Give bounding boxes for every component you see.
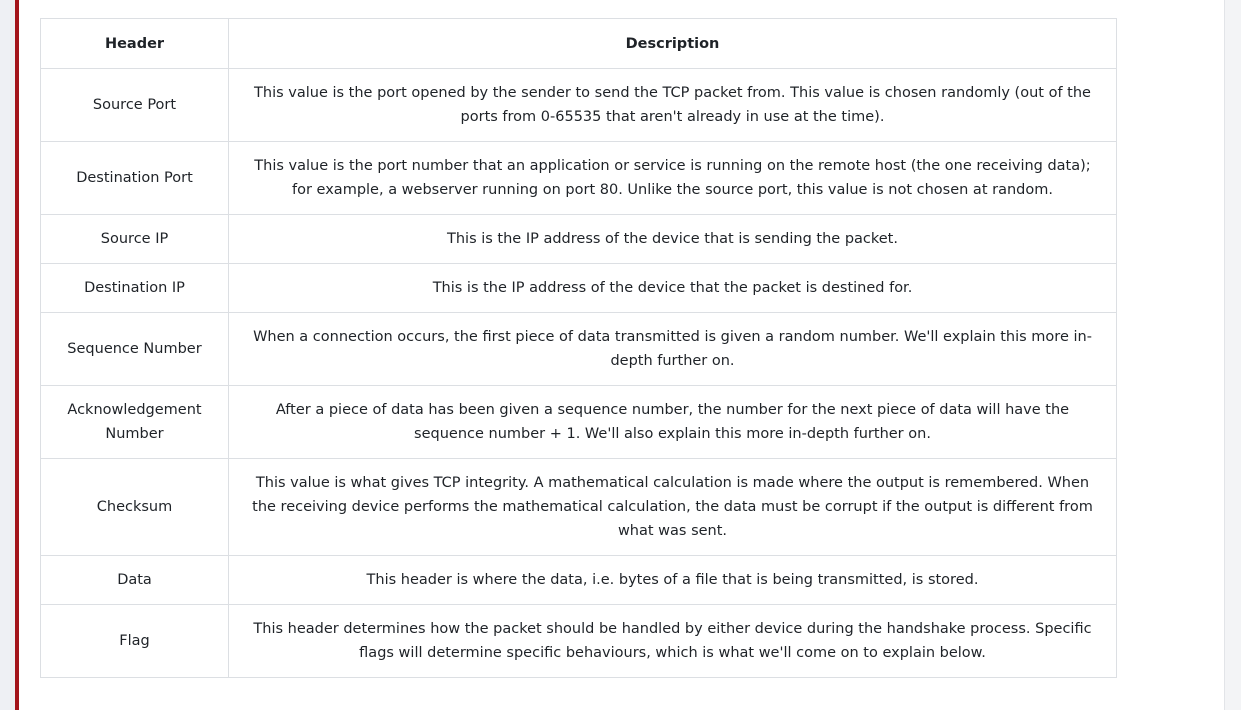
table-row: Checksum This value is what gives TCP in… [40,458,1117,556]
column-header-description: Description [228,18,1117,69]
row-description-cell: When a connection occurs, the first piec… [228,312,1117,386]
row-description-cell: This is the IP address of the device tha… [228,214,1117,264]
row-description-cell: This header determines how the packet sh… [228,604,1117,678]
table-header-row: Header Description [40,18,1117,69]
page-scroll-gutter [1224,0,1241,710]
table-row: Source Port This value is the port opene… [40,68,1117,142]
row-header-cell: Checksum [40,458,229,556]
table-row: Flag This header determines how the pack… [40,604,1117,678]
row-header-cell: Destination Port [40,141,229,215]
row-header-cell: Data [40,555,229,605]
table-row: Destination Port This value is the port … [40,141,1117,215]
row-description-cell: After a piece of data has been given a s… [228,385,1117,459]
row-header-cell: Flag [40,604,229,678]
row-header-cell: Sequence Number [40,312,229,386]
row-description-cell: This value is what gives TCP integrity. … [228,458,1117,556]
row-header-cell: Destination IP [40,263,229,313]
table-row: Source IP This is the IP address of the … [40,214,1117,264]
table-row: Sequence Number When a connection occurs… [40,312,1117,386]
table-row: Destination IP This is the IP address of… [40,263,1117,313]
row-description-cell: This value is the port opened by the sen… [228,68,1117,142]
table-row: Acknowledgement Number After a piece of … [40,385,1117,459]
row-header-cell: Acknowledgement Number [40,385,229,459]
row-description-cell: This header is where the data, i.e. byte… [228,555,1117,605]
tcp-header-table: Header Description Source Port This valu… [40,18,1117,678]
column-header-header: Header [40,18,229,69]
row-description-cell: This value is the port number that an ap… [228,141,1117,215]
table-row: Data This header is where the data, i.e.… [40,555,1117,605]
row-header-cell: Source Port [40,68,229,142]
row-header-cell: Source IP [40,214,229,264]
row-description-cell: This is the IP address of the device tha… [228,263,1117,313]
